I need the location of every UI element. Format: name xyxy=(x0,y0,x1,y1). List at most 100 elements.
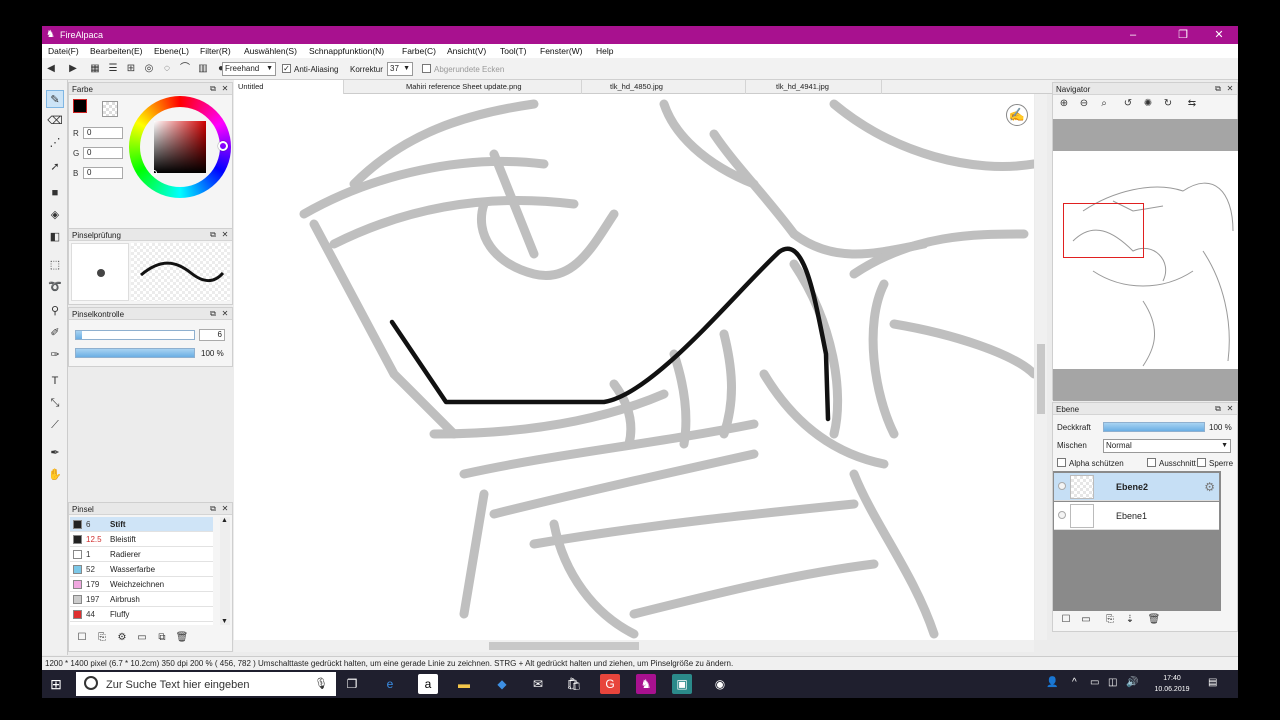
close-icon[interactable]: ✕ xyxy=(220,84,230,94)
brush-settings-icon[interactable]: ⚙ xyxy=(115,631,129,645)
text-tool-icon[interactable]: T xyxy=(46,372,64,390)
menu-select[interactable]: Auswählen(S) xyxy=(244,46,297,56)
app-icon[interactable]: ▣ xyxy=(672,674,692,694)
taskbar-search-box[interactable]: Zur Suche Text hier eingeben 🎙 xyxy=(76,672,336,696)
snap-curve-icon[interactable]: ⌒ xyxy=(178,62,192,76)
menu-layer[interactable]: Ebene(L) xyxy=(154,46,189,56)
edge-browser-icon[interactable]: e xyxy=(380,674,400,694)
eraser-tool-icon[interactable]: ⌫ xyxy=(46,112,64,130)
brush-tool-icon[interactable]: ✎ xyxy=(46,90,64,108)
brush-row[interactable]: 12.5 Bleistift xyxy=(70,532,213,547)
dock-icon[interactable]: ⧉ xyxy=(1213,84,1223,94)
menu-snap[interactable]: Schnappfunktion(N) xyxy=(309,46,384,56)
store-icon[interactable]: 🛍 xyxy=(564,674,584,694)
brush-duplicate-icon[interactable]: ⧉ xyxy=(155,631,169,645)
flip-icon[interactable]: ⇆ xyxy=(1185,97,1199,111)
canvas-horizontal-scrollbar[interactable] xyxy=(234,640,1034,652)
primary-color-swatch[interactable] xyxy=(73,99,87,113)
color-handle[interactable] xyxy=(151,170,157,176)
new-brush-icon[interactable]: ☐ xyxy=(75,631,89,645)
volume-icon[interactable]: 🔊 xyxy=(1126,677,1138,688)
hand-tool-icon[interactable]: ✋ xyxy=(46,466,64,484)
redo-icon[interactable]: ▶ xyxy=(66,62,80,76)
task-view-icon[interactable]: ❐ xyxy=(342,674,362,694)
gradient-tool-icon[interactable]: ◧ xyxy=(46,228,64,246)
brush-row[interactable]: 44 Fluffy xyxy=(70,607,213,622)
menu-edit[interactable]: Bearbeiten(E) xyxy=(90,46,142,56)
tab-tlk-4850[interactable]: tlk_hd_4850.jpg xyxy=(606,80,746,94)
blend-mode-select[interactable]: Normal ▼ xyxy=(1103,439,1231,453)
new-layer-icon[interactable]: ☐ xyxy=(1059,613,1073,627)
zoom-out-icon[interactable]: ⊖ xyxy=(1077,97,1091,111)
people-icon[interactable]: 👤 xyxy=(1046,677,1058,688)
visibility-eye-icon[interactable] xyxy=(1058,482,1066,490)
lock-checkbox[interactable] xyxy=(1197,458,1206,467)
select-pen-icon[interactable]: ✐ xyxy=(46,324,64,342)
close-icon[interactable]: ✕ xyxy=(1225,84,1235,94)
select-eraser-icon[interactable]: ✑ xyxy=(46,346,64,364)
chrome-icon[interactable]: G xyxy=(600,674,620,694)
notifications-icon[interactable]: ▤ xyxy=(1208,677,1217,688)
eyedropper-tool-icon[interactable]: ✒ xyxy=(46,444,64,462)
chevron-down-icon[interactable]: ▼ xyxy=(221,618,228,625)
rotate-reset-icon[interactable]: ✺ xyxy=(1141,97,1155,111)
brush-opacity-slider[interactable] xyxy=(75,348,195,358)
lasso-tool-icon[interactable]: ➰ xyxy=(46,278,64,296)
navigator-thumbnail[interactable] xyxy=(1053,151,1238,369)
pen-tablet-icon[interactable]: ✍ xyxy=(1006,104,1028,126)
canvas-vertical-scrollbar[interactable] xyxy=(1035,94,1047,640)
snap-off-icon[interactable]: ▥ xyxy=(196,62,210,76)
brush-row[interactable]: 52 Wasserfarbe xyxy=(70,562,213,577)
visibility-eye-icon[interactable] xyxy=(1058,511,1066,519)
brush-folder-icon[interactable]: ▭ xyxy=(135,631,149,645)
windows-start-icon[interactable]: ⊞ xyxy=(48,676,64,692)
dropbox-icon[interactable]: ◆ xyxy=(492,674,512,694)
undo-icon[interactable]: ◀ xyxy=(44,62,58,76)
copy-brush-icon[interactable]: ⎘ xyxy=(95,631,109,645)
select-tool-icon[interactable]: ⬚ xyxy=(46,256,64,274)
rotate-left-icon[interactable]: ↺ xyxy=(1121,97,1135,111)
hue-handle[interactable] xyxy=(218,141,228,151)
mail-icon[interactable]: ✉ xyxy=(528,674,548,694)
delete-layer-icon[interactable]: 🗑 xyxy=(1147,613,1161,627)
brush-row[interactable]: 1 Radierer xyxy=(70,547,213,562)
grid-icon[interactable]: ▦ xyxy=(88,62,102,76)
zoom-in-icon[interactable]: ⊕ xyxy=(1057,97,1071,111)
taskbar-clock[interactable]: 17:40 10.06.2019 xyxy=(1142,673,1202,695)
delete-brush-icon[interactable]: 🗑 xyxy=(175,631,189,645)
minimize-button[interactable]: – xyxy=(1118,28,1148,42)
snap-radial-icon[interactable]: ◎ xyxy=(142,62,156,76)
move-tool-icon[interactable]: ➚ xyxy=(46,158,64,176)
fill-tool-icon[interactable]: ■ xyxy=(46,184,64,202)
menu-color[interactable]: Farbe(C) xyxy=(402,46,436,56)
dock-icon[interactable]: ⧉ xyxy=(208,230,218,240)
microphone-icon[interactable]: 🎙 xyxy=(314,677,328,690)
correction-select[interactable]: 37 ▼ xyxy=(387,62,413,76)
saturation-value-square[interactable] xyxy=(154,121,206,173)
menu-tool[interactable]: Tool(T) xyxy=(500,46,526,56)
amazon-icon[interactable]: a xyxy=(418,674,438,694)
brush-size-slider[interactable] xyxy=(75,330,195,340)
dock-icon[interactable]: ⧉ xyxy=(1213,404,1223,414)
g-input[interactable]: 0 xyxy=(83,147,123,159)
magic-wand-icon[interactable]: ⚲ xyxy=(46,302,64,320)
merge-layer-icon[interactable]: ⇣ xyxy=(1123,613,1137,627)
menu-filter[interactable]: Filter(R) xyxy=(200,46,231,56)
dock-icon[interactable]: ⧉ xyxy=(208,309,218,319)
menu-help[interactable]: Help xyxy=(596,46,613,56)
rotate-right-icon[interactable]: ↻ xyxy=(1161,97,1175,111)
tab-untitled[interactable]: Untitled xyxy=(234,80,344,94)
operation-tool-icon[interactable]: ⤡ xyxy=(46,394,64,412)
close-button[interactable]: ✕ xyxy=(1204,28,1234,42)
secondary-color-swatch[interactable] xyxy=(102,101,118,117)
dock-icon[interactable]: ⧉ xyxy=(208,84,218,94)
zoom-fit-icon[interactable]: ⌕ xyxy=(1097,97,1111,111)
snap-parallel-icon[interactable]: ☰ xyxy=(106,62,120,76)
brush-row[interactable]: 197 Airbrush xyxy=(70,592,213,607)
file-explorer-icon[interactable]: ▬ xyxy=(454,674,474,694)
drawing-canvas[interactable]: ✍ xyxy=(234,94,1034,640)
brush-list-scrollbar[interactable]: ▲ ▼ xyxy=(220,517,230,625)
firealpaca-taskbar-icon[interactable]: ♞ xyxy=(636,674,656,694)
rounded-corners-checkbox[interactable] xyxy=(422,64,431,73)
obs-icon[interactable]: ◉ xyxy=(710,674,730,694)
